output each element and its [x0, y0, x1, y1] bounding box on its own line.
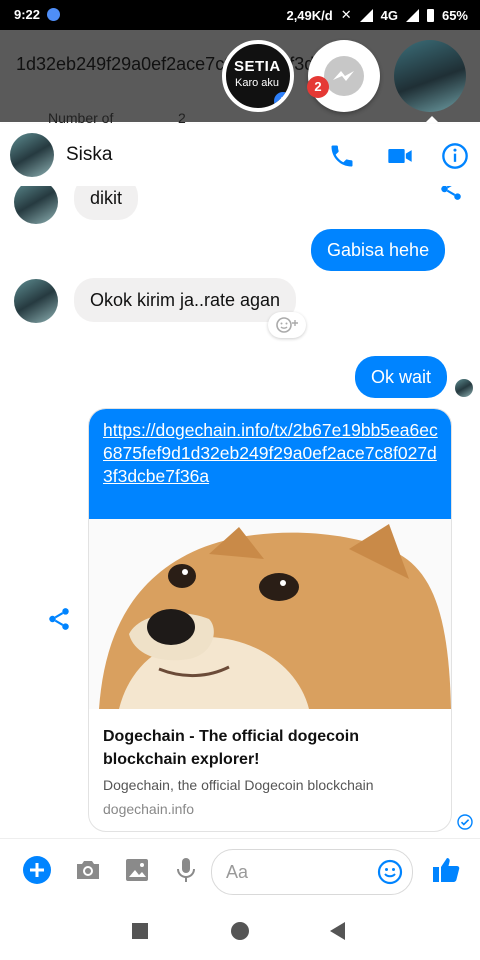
message-input[interactable]: Aa	[211, 849, 413, 895]
gallery-icon[interactable]	[122, 855, 152, 885]
preview-title[interactable]: Dogechain - The official dogecoin blockc…	[103, 725, 439, 771]
chat-head-pointer	[424, 116, 440, 124]
outgoing-message[interactable]: Ok wait	[355, 356, 448, 398]
info-icon[interactable]	[441, 142, 469, 170]
incoming-message[interactable]: Okok kirim ja..rate agan	[74, 278, 297, 322]
incoming-message[interactable]: dikit	[74, 186, 139, 220]
microphone-icon[interactable]	[171, 855, 201, 885]
chat-head-setia[interactable]: SETIA Karo aku	[222, 40, 294, 112]
contact-name[interactable]: Siska	[66, 144, 112, 166]
conversation-header: Siska	[0, 124, 480, 187]
phone-icon[interactable]	[328, 142, 356, 170]
mute-icon: ✕	[340, 7, 352, 22]
share-icon[interactable]	[438, 186, 464, 202]
emoji-icon[interactable]	[376, 858, 404, 886]
signal-icon-2	[405, 8, 419, 22]
network-type: 4G	[380, 7, 398, 23]
status-time: 9:22	[14, 7, 41, 22]
link-url[interactable]: https://dogechain.info/tx/2b67e19bb5ea6e…	[103, 419, 439, 488]
preview-domain: dogechain.info	[103, 801, 195, 817]
back-icon[interactable]	[328, 921, 346, 941]
network-speed: 2,49K/d	[286, 7, 333, 23]
preview-image[interactable]	[89, 519, 451, 709]
delivered-check-icon	[457, 814, 473, 830]
link-message[interactable]: https://dogechain.info/tx/2b67e19bb5ea6e…	[89, 409, 451, 519]
plus-icon[interactable]	[22, 855, 52, 885]
messenger-icon	[324, 56, 364, 96]
add-reaction-button[interactable]	[268, 312, 306, 338]
outgoing-message[interactable]: Gabisa hehe	[311, 229, 446, 271]
link-preview-card[interactable]: https://dogechain.info/tx/2b67e19bb5ea6e…	[88, 408, 452, 832]
home-icon[interactable]	[230, 921, 250, 941]
battery-icon	[426, 8, 434, 22]
smiley-plus-icon	[276, 317, 298, 333]
message-composer: Aa	[0, 838, 480, 903]
camera-icon[interactable]	[73, 855, 103, 885]
chat-head-siska[interactable]	[394, 40, 466, 112]
message-avatar[interactable]	[14, 279, 58, 323]
share-icon[interactable]	[46, 606, 72, 632]
battery-level: 65%	[441, 7, 468, 23]
setia-subtitle: Karo aku	[235, 77, 280, 89]
seen-avatar	[455, 379, 473, 397]
chat-heads: SETIA Karo aku 2	[0, 38, 480, 118]
status-bar: 9:22 2,49K/d ✕ 4G 65%	[0, 0, 480, 30]
contact-avatar[interactable]	[10, 133, 54, 177]
signal-icon	[359, 8, 373, 22]
messenger-notification-icon	[47, 8, 60, 21]
setia-title: SETIA	[234, 58, 281, 75]
message-input-placeholder: Aa	[226, 862, 249, 882]
shiba-dog-image	[89, 519, 451, 709]
play-icon	[274, 92, 290, 108]
system-nav-bar	[0, 902, 480, 960]
message-avatar[interactable]	[14, 186, 58, 224]
unread-badge: 2	[307, 76, 329, 98]
message-list[interactable]: dikit Gabisa hehe Okok kirim ja..rate ag…	[0, 186, 480, 838]
recent-apps-icon[interactable]	[131, 922, 149, 940]
thumbs-up-icon[interactable]	[430, 854, 462, 886]
preview-description: Dogechain, the official Dogecoin blockch…	[103, 777, 374, 793]
video-call-icon[interactable]	[386, 142, 414, 170]
